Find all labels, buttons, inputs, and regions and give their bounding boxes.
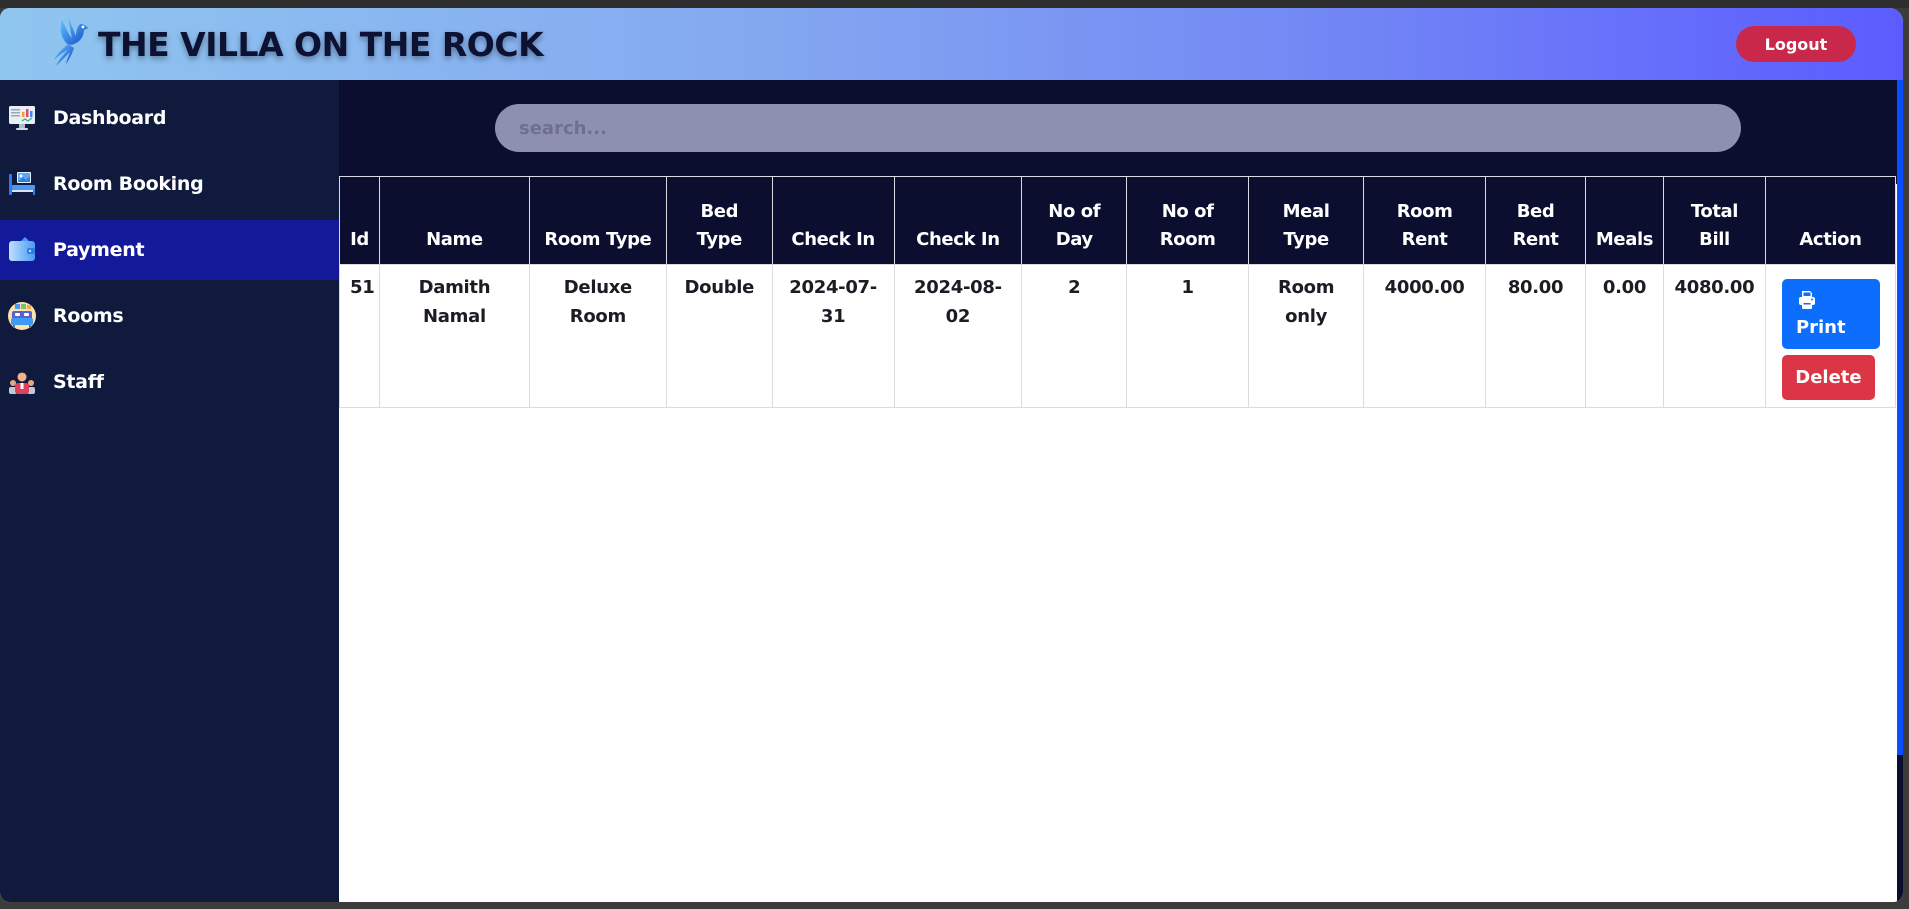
sidebar-item-label: Payment [53, 239, 145, 261]
wallet-icon [7, 235, 37, 265]
top-header: THE VILLA ON THE ROCK Logout [0, 8, 1903, 80]
cell-room-type: Deluxe Room [528, 264, 667, 408]
column-header-total-bill: Total Bill [1662, 176, 1766, 265]
cell-check-out: 2024-08-02 [893, 264, 1023, 408]
column-header-check-out: Check In [893, 176, 1023, 265]
window-frame [0, 0, 1909, 8]
column-header-room-type: Room Type [528, 176, 667, 265]
column-header-no-of-day: No of Day [1021, 176, 1128, 265]
column-header-room-rent: Room Rent [1363, 176, 1487, 265]
scrollbar-thumb[interactable] [1897, 80, 1903, 755]
column-header-name: Name [378, 176, 530, 265]
table-row: 51 Damith Namal Deluxe Room Double 2024-… [339, 264, 1897, 408]
bed-booking-icon [7, 169, 37, 199]
cell-name: Damith Namal [378, 264, 530, 408]
staff-people-icon [7, 367, 37, 397]
column-header-check-in: Check In [771, 176, 895, 265]
column-header-bed-rent: Bed Rent [1485, 176, 1587, 265]
room-bed-icon [7, 301, 37, 331]
cell-meal-type: Room only [1248, 264, 1365, 408]
column-header-action: Action [1764, 176, 1897, 265]
table-header-row: Id Name Room Type Bed Type Check In Chec… [339, 176, 1897, 265]
sidebar-item-label: Staff [53, 371, 104, 393]
cell-total-bill: 4080.00 [1662, 264, 1766, 408]
column-header-bed-type: Bed Type [665, 176, 773, 265]
cell-action: Print Delete [1764, 264, 1897, 408]
column-header-meals: Meals [1585, 176, 1664, 265]
sidebar-item-label: Dashboard [53, 107, 167, 129]
main-content: Id Name Room Type Bed Type Check In Chec… [339, 80, 1897, 902]
app-title: THE VILLA ON THE ROCK [98, 24, 544, 64]
sidebar-item-label: Rooms [53, 305, 124, 327]
sidebar-item-staff[interactable]: Staff [0, 352, 339, 412]
cell-room-rent: 4000.00 [1363, 264, 1487, 408]
logout-button[interactable]: Logout [1736, 26, 1856, 62]
cell-check-in: 2024-07-31 [771, 264, 895, 408]
printer-icon [1796, 289, 1818, 317]
sidebar-item-label: Room Booking [53, 173, 204, 195]
search-input[interactable] [495, 104, 1741, 152]
column-header-no-of-room: No of Room [1126, 176, 1250, 265]
sidebar-item-room-booking[interactable]: Room Booking [0, 154, 339, 214]
payments-table: Id Name Room Type Bed Type Check In Chec… [339, 176, 1897, 408]
cell-bed-type: Double [665, 264, 773, 408]
sidebar: Dashboard Room Booking Payment Rooms Sta… [0, 80, 339, 902]
search-area [339, 80, 1897, 184]
sidebar-item-rooms[interactable]: Rooms [0, 286, 339, 346]
app-page: THE VILLA ON THE ROCK Logout Dashboard R… [0, 8, 1903, 902]
cell-bed-rent: 80.00 [1485, 264, 1587, 408]
delete-button[interactable]: Delete [1781, 355, 1875, 400]
column-header-id: Id [339, 176, 380, 265]
cell-meals: 0.00 [1585, 264, 1664, 408]
brand: THE VILLA ON THE ROCK [50, 16, 544, 72]
sidebar-item-dashboard[interactable]: Dashboard [0, 88, 339, 148]
scrollbar[interactable] [1897, 80, 1903, 902]
cell-no-of-day: 2 [1021, 264, 1128, 408]
print-label: Print [1795, 317, 1846, 338]
cell-id: 51 [339, 264, 380, 408]
cell-no-of-room: 1 [1126, 264, 1250, 408]
print-button[interactable]: Print [1781, 279, 1880, 349]
monitor-chart-icon [7, 103, 37, 133]
sidebar-item-payment[interactable]: Payment [0, 220, 339, 280]
bird-logo-icon [50, 16, 94, 72]
column-header-meal-type: Meal Type [1248, 176, 1365, 265]
